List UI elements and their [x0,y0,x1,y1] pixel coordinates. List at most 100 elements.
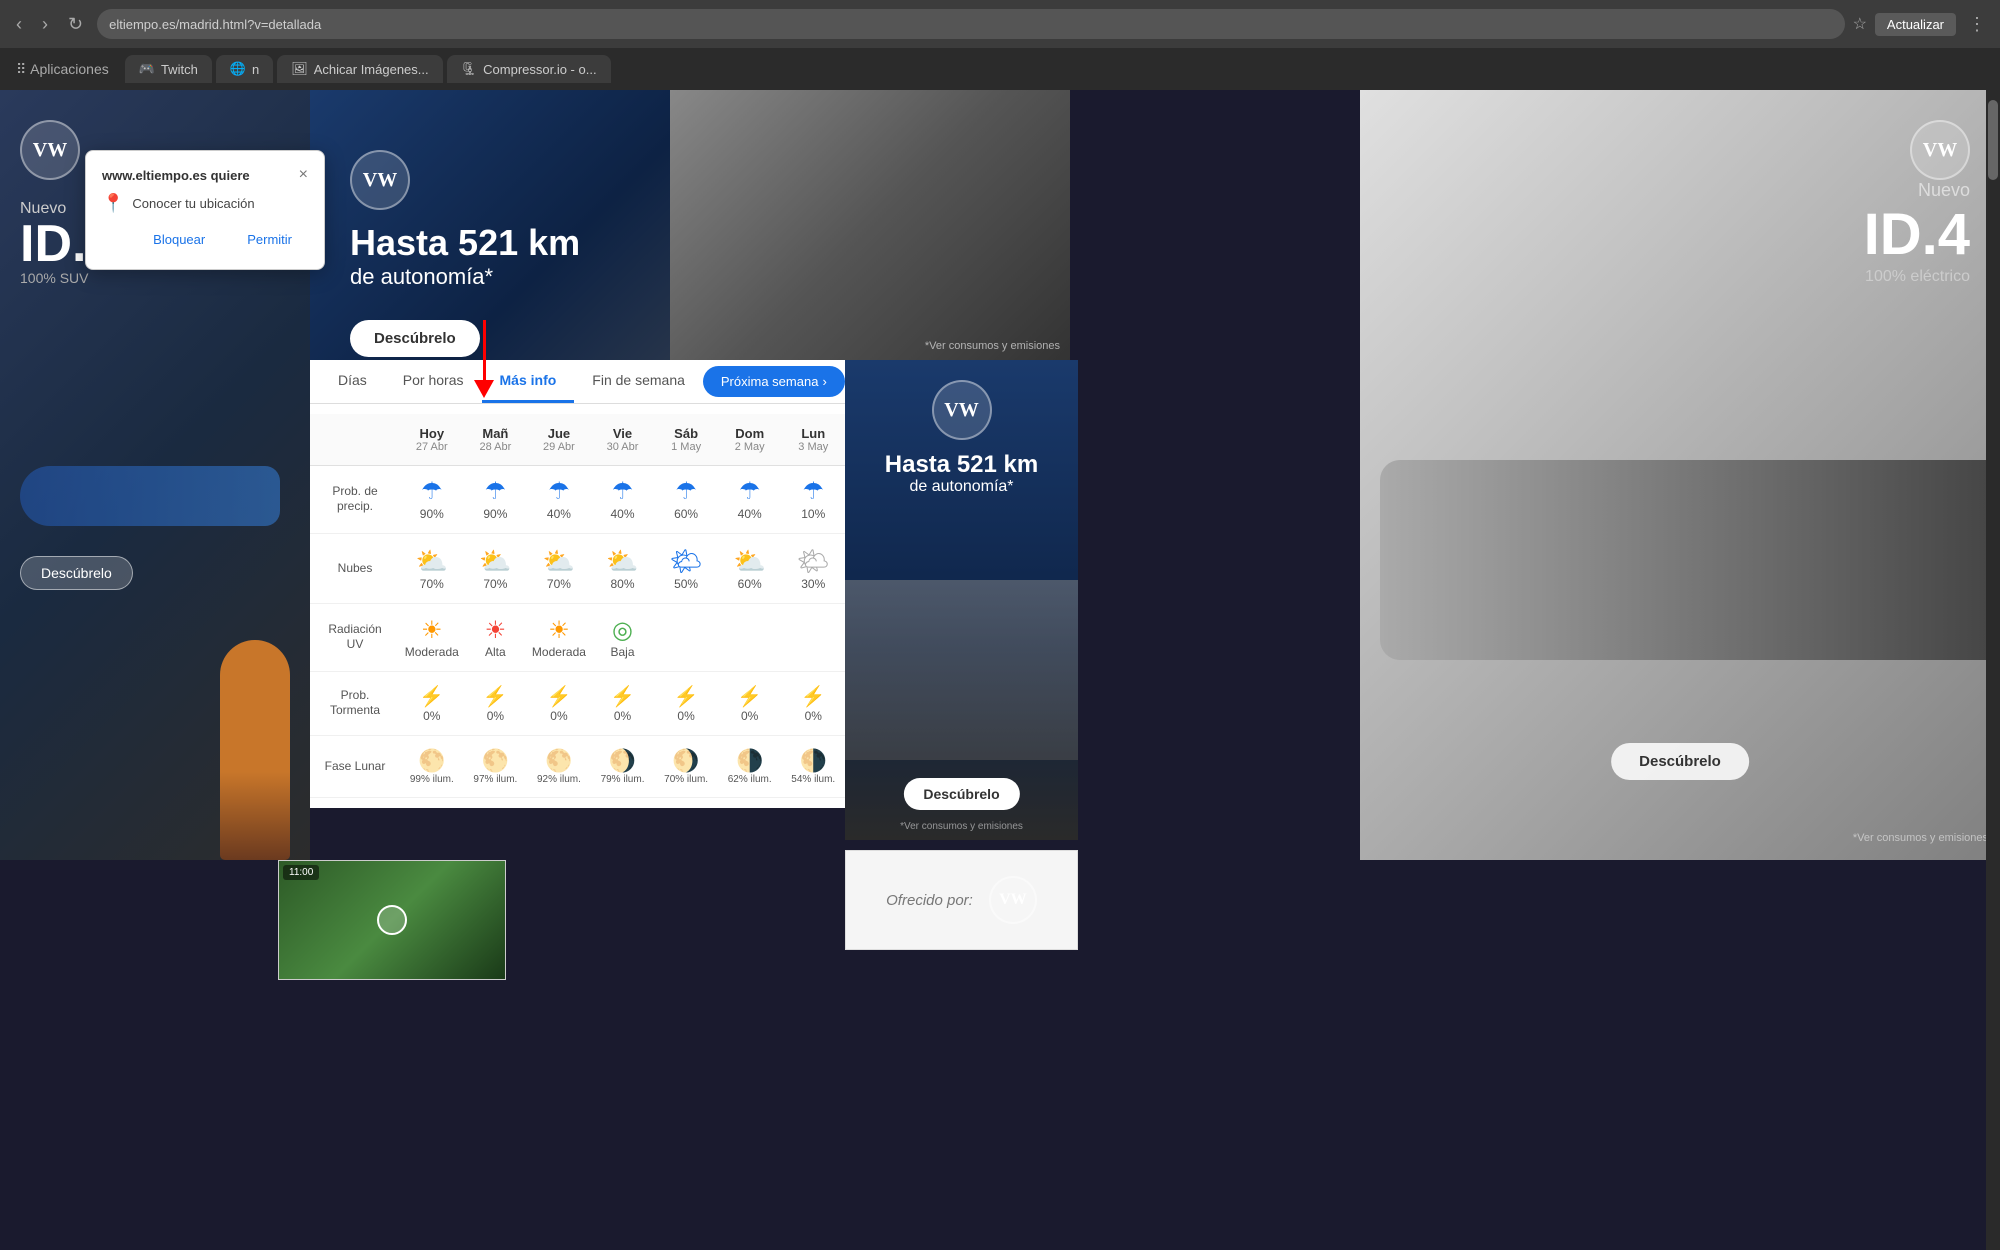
nubes-row: Nubes ⛅ 70% ⛅ 70% ⛅ 70% ⛅ 80% [310,534,845,604]
uv-row: Radiación UV ☀ Moderada ☀ Alta ☀ Moderad… [310,604,845,672]
left-ad-cta-button[interactable]: Descúbrelo [20,556,133,590]
tab-dias[interactable]: Días [320,360,385,403]
tab-mas-info[interactable]: Más info [482,360,575,403]
right-ad-auto: de autonomía* [865,478,1058,496]
day-date-4: 1 May [654,441,718,453]
tab-fin-semana[interactable]: Fin de semana [574,360,703,403]
tormenta-val-0: 0% [400,709,464,723]
lunar-val-3: 79% ilum. [591,774,655,785]
precip-icon-2: ☂ [527,478,591,507]
storm-icon-2: ⚡ [527,684,591,709]
apps-label: Aplicaciones [30,61,109,77]
uv-jue: ☀ Moderada [527,612,591,663]
day-name-2: Jue [527,426,591,441]
nubes-label: Nubes [310,561,400,577]
top-banner-content: VW Hasta 521 km de autonomía* Descúbrelo [350,150,580,357]
cloud-icon-1: ⛅ [464,546,528,577]
day-date-6: 3 May [781,441,845,453]
bookmark-icon[interactable]: ☆ [1853,14,1867,34]
precip-man: ☂ 90% [464,474,528,525]
storm-icon-3: ⚡ [591,684,655,709]
moon-icon-5: 🌗 [718,748,782,774]
arrow-line [483,320,486,380]
nubes-val-6: 30% [781,577,845,591]
tormenta-val-1: 0% [464,709,528,723]
big-right-model: ID.4 [1390,201,1970,268]
tab-n[interactable]: 🌐 n [216,55,273,83]
big-right-consumos: *Ver consumos y emisiones [1853,832,1988,844]
forward-button[interactable]: › [36,10,54,39]
uv-hoy: ☀ Moderada [400,612,464,663]
menu-dots-icon[interactable]: ⋮ [1964,14,1990,35]
address-bar[interactable]: eltiempo.es/madrid.html?v=detallada [97,9,1844,39]
nubes-val-1: 70% [464,577,528,591]
back-button[interactable]: ‹ [10,10,28,39]
right-ad-cta-button[interactable]: Descúbrelo [903,778,1019,810]
lunar-jue: 🌕 92% ilum. [527,744,591,789]
precip-jue: ☂ 40% [527,474,591,525]
tormenta-val-4: 0% [654,709,718,723]
day-col-vie: Vie 30 Abr [591,422,655,457]
day-col-lun: Lun 3 May [781,422,845,457]
tabs-bar: ⠿ Aplicaciones 🎮 Twitch 🌐 n 🖼 Achicar Im… [0,48,2000,90]
vw-logo-big-right: VW [1910,120,1970,180]
tab-achicar[interactable]: 🖼 Achicar Imágenes... [277,55,442,83]
weather-card: Días Por horas Más info Fin de semana Pr… [310,360,845,808]
day-date-0: 27 Abr [400,441,464,453]
tab-twitch-favicon: 🎮 [139,61,155,77]
day-date-3: 30 Abr [591,441,655,453]
apps-button[interactable]: ⠿ Aplicaciones [8,57,117,82]
allow-button[interactable]: Permitir [231,226,308,253]
map-thumbnail: 11:00 [278,860,506,980]
lunar-dom: 🌗 62% ilum. [718,744,782,789]
notification-popup: www.eltiempo.es quiere × 📍 Conocer tu ub… [85,150,325,270]
precip-lun: ☂ 10% [781,474,845,525]
lunar-val-2: 92% ilum. [527,774,591,785]
uv-sab [654,633,718,641]
tab-por-horas[interactable]: Por horas [385,360,482,403]
top-banner-car [670,90,1070,360]
precip-val-6: 10% [781,507,845,521]
cloud-icon-0: ⛅ [400,546,464,577]
day-name-3: Vie [591,426,655,441]
nubes-val-3: 80% [591,577,655,591]
scroll-thumb[interactable] [1988,100,1998,180]
precip-icon-6: ☂ [781,478,845,507]
page-wrapper: www.eltiempo.es quiere × 📍 Conocer tu ub… [0,90,2000,1250]
lunar-val-0: 99% ilum. [400,774,464,785]
precip-sab: ☂ 60% [654,474,718,525]
child-figure [220,640,290,860]
uv-man: ☀ Alta [464,612,528,663]
lunar-hoy: 🌕 99% ilum. [400,744,464,789]
block-button[interactable]: Bloquear [137,226,221,253]
tab-compressor[interactable]: 🗜 Compressor.io - o... [447,55,611,83]
car-shape-left [20,466,280,526]
big-right-type: 100% eléctrico [1390,268,1970,286]
scrollbar[interactable] [1986,90,2000,1250]
top-banner-ad: VW Hasta 521 km de autonomía* Descúbrelo… [310,90,1070,360]
notif-icon-row: 📍 Conocer tu ubicación [102,193,308,214]
storm-icon-1: ⚡ [464,684,528,709]
big-right-cta-button[interactable]: Descúbrelo [1611,743,1749,780]
actualizar-button[interactable]: Actualizar [1875,13,1956,36]
precip-label: Prob. de precip. [310,484,400,515]
nubes-val-0: 70% [400,577,464,591]
tab-twitch[interactable]: 🎮 Twitch [125,55,212,83]
banner-cta-button[interactable]: Descúbrelo [350,320,480,357]
notif-close-button[interactable]: × [299,167,308,183]
cloud-icon-5: ⛅ [718,546,782,577]
day-date-2: 29 Abr [527,441,591,453]
big-right-ad: VW Nuevo ID.4 100% eléctrico Descúbrelo … [1360,90,2000,860]
banner-autonomia: de autonomía* [350,264,580,290]
uv-icon-1: ☀ [464,616,528,645]
storm-icon-0: ⚡ [400,684,464,709]
next-week-button[interactable]: Próxima semana › [703,366,845,397]
reload-button[interactable]: ↻ [62,10,89,39]
red-arrow [474,320,494,398]
tormenta-val-5: 0% [718,709,782,723]
precip-hoy: ☂ 90% [400,474,464,525]
notif-site: www.eltiempo.es quiere [102,168,250,183]
day-name-1: Mañ [464,426,528,441]
nubes-vie: ⛅ 80% [591,542,655,595]
tormenta-lun: ⚡ 0% [781,680,845,727]
